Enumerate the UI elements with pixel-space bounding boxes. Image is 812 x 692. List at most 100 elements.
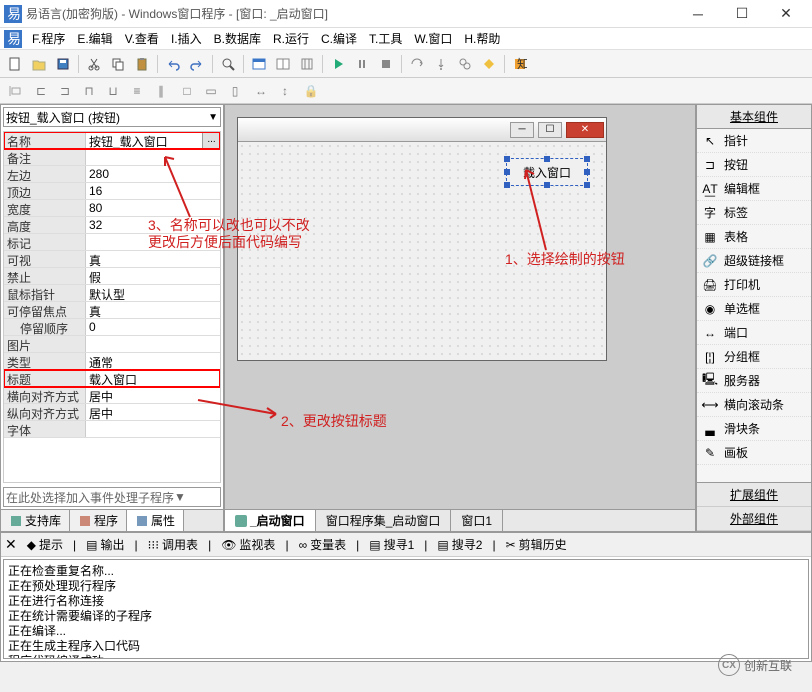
component-item[interactable]: ◉单选框 — [697, 297, 811, 321]
component-item[interactable]: ✎画板 — [697, 441, 811, 465]
component-item[interactable]: 🖳服务器 — [697, 369, 811, 393]
align-4-icon[interactable]: ⊔ — [102, 80, 124, 102]
component-item[interactable]: ⊐按钮 — [697, 153, 811, 177]
menu-tools[interactable]: T.工具 — [363, 28, 408, 49]
tab-window-procset[interactable]: 窗口程序集_启动窗口 — [316, 510, 452, 531]
redo-icon[interactable] — [186, 53, 208, 75]
module-icon[interactable] — [272, 53, 294, 75]
resize-handle[interactable] — [544, 156, 550, 162]
resize-handle[interactable] — [504, 169, 510, 175]
property-value[interactable]: 按钮_载入窗口 — [86, 132, 202, 148]
form-icon[interactable] — [248, 53, 270, 75]
property-row[interactable]: 类型通常 — [4, 353, 220, 370]
tab-startup-window[interactable]: _启动窗口 — [225, 510, 316, 531]
step-over-icon[interactable] — [406, 53, 428, 75]
tab-output[interactable]: ▤输出 — [80, 534, 130, 555]
maximize-button[interactable]: ☐ — [728, 4, 756, 24]
property-row[interactable]: 纵向对齐方式居中 — [4, 404, 220, 421]
open-file-icon[interactable] — [28, 53, 50, 75]
property-value[interactable]: 通常 — [86, 353, 220, 369]
tab-variables[interactable]: ∞变量表 — [293, 534, 353, 555]
align-6-icon[interactable]: ∥ — [150, 80, 172, 102]
tab-search2[interactable]: ▤搜寻2 — [431, 534, 488, 555]
grid-icon[interactable] — [296, 53, 318, 75]
step-into-icon[interactable] — [430, 53, 452, 75]
save-icon[interactable] — [52, 53, 74, 75]
object-selector[interactable]: 按钮_载入窗口 (按钮) ▼ — [3, 107, 221, 127]
minimize-button[interactable]: ─ — [684, 4, 712, 24]
property-row[interactable]: 字体 — [4, 421, 220, 438]
ellipsis-button[interactable]: ... — [202, 132, 220, 148]
property-row[interactable]: 禁止假 — [4, 268, 220, 285]
property-value[interactable] — [86, 336, 220, 352]
align-1-icon[interactable]: ⊏ — [30, 80, 52, 102]
size-1-icon[interactable]: □ — [176, 80, 198, 102]
menu-run[interactable]: R.运行 — [267, 28, 315, 49]
property-value[interactable]: 真 — [86, 251, 220, 267]
tab-program[interactable]: 程序 — [70, 510, 127, 531]
form-maximize-icon[interactable]: ☐ — [538, 122, 562, 138]
property-row[interactable]: 停留顺序0 — [4, 319, 220, 336]
resize-handle[interactable] — [584, 182, 590, 188]
property-value[interactable]: 假 — [86, 268, 220, 284]
property-row[interactable]: 可视真 — [4, 251, 220, 268]
property-row[interactable]: 横向对齐方式居中 — [4, 387, 220, 404]
component-item[interactable]: ▦表格 — [697, 225, 811, 249]
toolbox-tab-extended[interactable]: 扩展组件 — [697, 483, 811, 507]
menu-database[interactable]: B.数据库 — [208, 28, 267, 49]
center-h-icon[interactable]: ↔ — [250, 80, 272, 102]
property-row[interactable]: 鼠标指针默认型 — [4, 285, 220, 302]
close-button[interactable]: ✕ — [772, 4, 800, 24]
property-row[interactable]: 可停留焦点真 — [4, 302, 220, 319]
property-row[interactable]: 标题载入窗口 — [4, 370, 220, 387]
menu-help[interactable]: H.帮助 — [458, 28, 506, 49]
new-file-icon[interactable] — [4, 53, 26, 75]
form-close-icon[interactable]: ✕ — [566, 122, 604, 138]
align-5-icon[interactable]: ≡ — [126, 80, 148, 102]
tab-window1[interactable]: 窗口1 — [451, 510, 503, 531]
undo-icon[interactable] — [162, 53, 184, 75]
run-icon[interactable] — [327, 53, 349, 75]
stop-icon[interactable] — [375, 53, 397, 75]
tab-hint[interactable]: ◆提示 — [21, 534, 69, 555]
resize-handle[interactable] — [504, 182, 510, 188]
step-out-icon[interactable] — [454, 53, 476, 75]
tab-search1[interactable]: ▤搜寻1 — [363, 534, 420, 555]
resize-handle[interactable] — [504, 156, 510, 162]
property-row[interactable]: 图片 — [4, 336, 220, 353]
component-item[interactable]: ↖指针 — [697, 129, 811, 153]
property-value[interactable]: 载入窗口 — [86, 370, 220, 386]
size-2-icon[interactable]: ▭ — [200, 80, 222, 102]
close-output-icon[interactable]: ✕ — [5, 536, 17, 553]
component-item[interactable]: ⟷横向滚动条 — [697, 393, 811, 417]
toolbox-header[interactable]: 基本组件 — [697, 105, 811, 129]
event-selector[interactable]: 在此处选择加入事件处理子程序 ▼ — [3, 487, 221, 507]
tool-icon[interactable]: 知 — [509, 53, 531, 75]
resize-handle[interactable] — [584, 156, 590, 162]
component-item[interactable]: 🔗超级链接框 — [697, 249, 811, 273]
component-item[interactable]: ▃滑块条 — [697, 417, 811, 441]
property-value[interactable]: 0 — [86, 319, 220, 335]
cut-icon[interactable] — [83, 53, 105, 75]
output-body[interactable]: 正在检查重复名称...正在预处理现行程序正在进行名称连接正在统计需要编译的子程序… — [3, 559, 809, 659]
component-item[interactable]: [¦]分组框 — [697, 345, 811, 369]
component-item[interactable]: ↔端口 — [697, 321, 811, 345]
toolbox-tab-external[interactable]: 外部组件 — [697, 507, 811, 531]
property-row[interactable]: 名称按钮_载入窗口... — [4, 132, 220, 149]
resize-handle[interactable] — [584, 169, 590, 175]
menu-program[interactable]: F.程序 — [26, 28, 71, 49]
component-item[interactable]: 字标签 — [697, 201, 811, 225]
pause-icon[interactable] — [351, 53, 373, 75]
align-2-icon[interactable]: ⊐ — [54, 80, 76, 102]
component-item[interactable]: 🖨打印机 — [697, 273, 811, 297]
align-left-icon[interactable] — [4, 80, 26, 102]
tab-watch[interactable]: 👁监视表 — [215, 534, 281, 555]
tab-properties[interactable]: 属性 — [127, 510, 184, 531]
property-value[interactable]: 真 — [86, 302, 220, 318]
property-value[interactable]: 默认型 — [86, 285, 220, 301]
property-value[interactable] — [86, 421, 220, 437]
menu-view[interactable]: V.查看 — [119, 28, 165, 49]
copy-icon[interactable] — [107, 53, 129, 75]
tab-cliphistory[interactable]: ✂剪辑历史 — [500, 534, 573, 555]
find-icon[interactable] — [217, 53, 239, 75]
